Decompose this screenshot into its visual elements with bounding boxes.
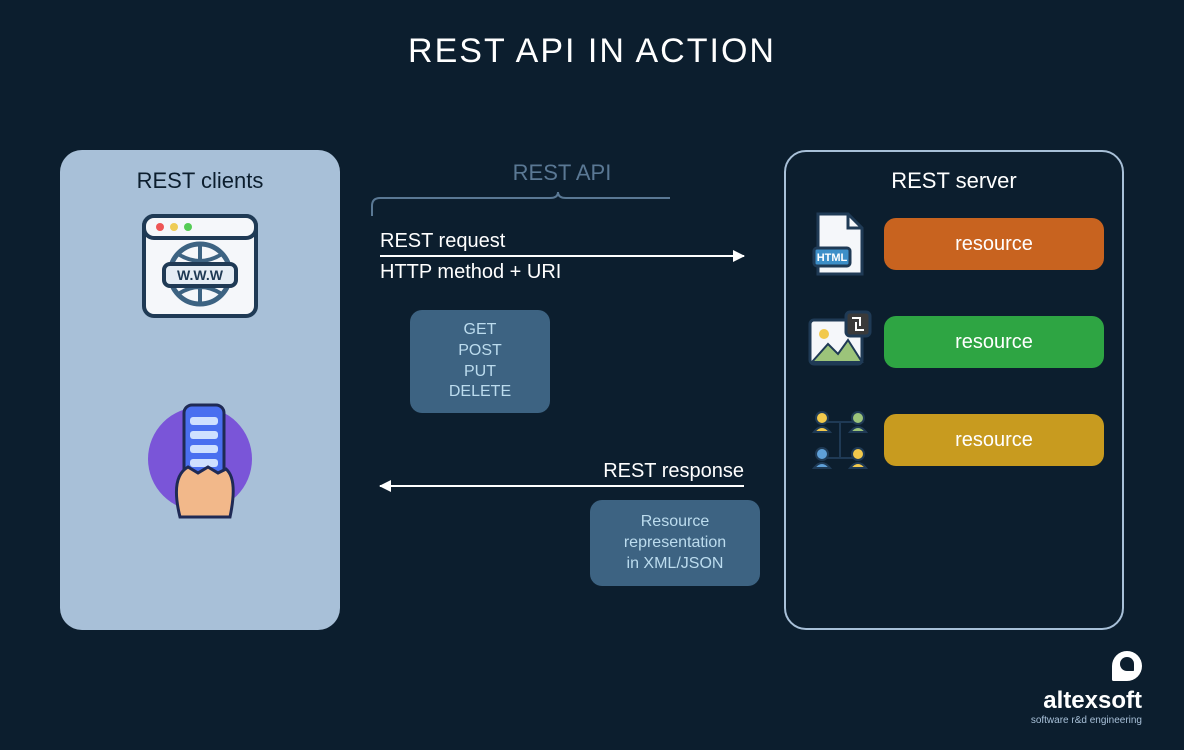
rest-api-middle: REST API REST request HTTP method + URI … — [360, 150, 764, 630]
image-file-icon — [804, 306, 876, 378]
diagram-title: REST API IN ACTION — [0, 0, 1184, 71]
request-caption: REST request — [380, 230, 744, 253]
resource-badge: resource — [884, 414, 1104, 466]
rest-server-panel: REST server HTML resource — [784, 150, 1124, 630]
resource-row-html: HTML resource — [804, 208, 1104, 280]
resource-row-image: resource — [804, 306, 1104, 378]
http-method: GET — [424, 320, 536, 341]
response-arrow-icon — [380, 485, 744, 487]
request-sub: HTTP method + URI — [380, 261, 744, 284]
response-note: in XML/JSON — [604, 554, 746, 575]
response-arrow-block: REST response — [380, 460, 744, 487]
brand-logo: altexsoft software r&d engineering — [1031, 651, 1142, 726]
response-note-box: Resource representation in XML/JSON — [590, 500, 760, 586]
html-file-icon: HTML — [804, 208, 876, 280]
resource-badge: resource — [884, 218, 1104, 270]
request-arrow-block: REST request HTTP method + URI — [380, 230, 744, 284]
response-note: Resource — [604, 512, 746, 533]
brand-tagline: software r&d engineering — [1031, 715, 1142, 726]
resource-badge: resource — [884, 316, 1104, 368]
svg-text:W.W.W: W.W.W — [177, 267, 224, 283]
response-caption: REST response — [380, 460, 744, 483]
rest-clients-panel: REST clients W.W.W — [60, 150, 340, 630]
resource-row-people: resource — [804, 404, 1104, 476]
http-methods-box: GET POST PUT DELETE — [410, 310, 550, 413]
brand-name: altexsoft — [1031, 687, 1142, 715]
mobile-app-icon — [140, 387, 260, 532]
http-method: PUT — [424, 362, 536, 383]
server-heading: REST server — [804, 168, 1104, 194]
clients-heading: REST clients — [78, 168, 322, 194]
rest-api-label: REST API — [360, 160, 764, 186]
logo-bubble-icon — [1112, 651, 1142, 681]
bracket-icon — [370, 190, 670, 218]
svg-text:HTML: HTML — [817, 252, 848, 264]
http-method: DELETE — [424, 382, 536, 403]
browser-www-icon: W.W.W — [140, 212, 260, 327]
diagram-stage: REST clients W.W.W — [60, 150, 1124, 690]
response-note: representation — [604, 533, 746, 554]
http-method: POST — [424, 341, 536, 362]
request-arrow-icon — [380, 255, 744, 257]
people-network-icon — [804, 404, 876, 476]
